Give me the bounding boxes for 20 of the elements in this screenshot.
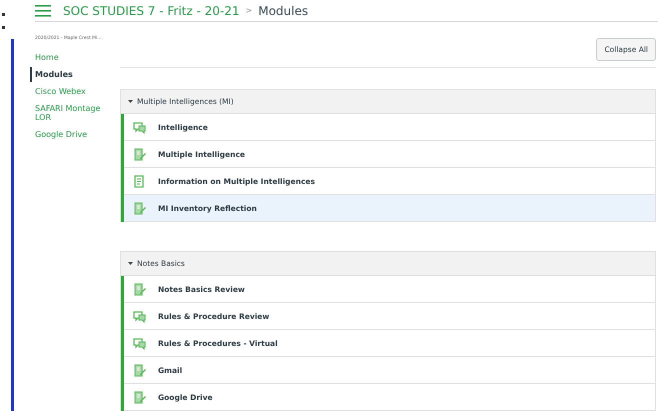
sidebar-link[interactable]: Modules [30, 67, 105, 82]
caret-icon [128, 99, 133, 104]
page-pencil-icon [133, 148, 146, 160]
speech-bubbles-icon [133, 310, 146, 322]
sidebar-link[interactable]: Cisco Webex [35, 84, 105, 99]
caret-icon [128, 261, 133, 266]
page-pencil-icon [133, 282, 146, 296]
breadcrumb-current: Modules [258, 4, 308, 18]
page-pencil-icon [133, 364, 146, 376]
breadcrumb-separator: > [246, 6, 252, 15]
page-pencil-icon [133, 202, 146, 214]
speech-bubbles-icon [133, 336, 146, 350]
menu-icon[interactable] [35, 4, 51, 16]
speech-bubbles-icon [133, 120, 146, 134]
document-icon [133, 174, 146, 188]
sidebar-link[interactable]: Home [35, 50, 105, 65]
page-pencil-icon [133, 390, 146, 404]
sidebar-link[interactable]: SAFARI Montage LOR [35, 101, 105, 125]
breadcrumb-link[interactable]: SOC STUDIES 7 - Fritz - 20-21 [63, 4, 240, 18]
sidebar-link[interactable]: Google Drive [35, 127, 105, 142]
